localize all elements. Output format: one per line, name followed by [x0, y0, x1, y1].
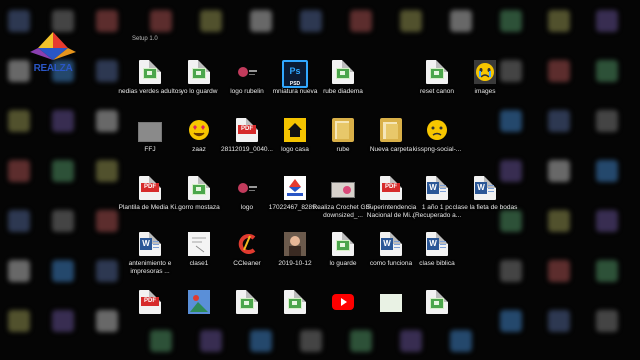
realza-image-icon: [284, 176, 306, 200]
icon-label: kisspng-social-...: [412, 146, 462, 153]
photo-thumbnail-icon: [284, 232, 306, 256]
realza-logo-text: REALZA: [33, 63, 73, 74]
word-file-icon: W: [426, 232, 448, 256]
photoshop-file-icon: Ps PSD: [282, 60, 308, 88]
heart-eyes-emoji-icon: [188, 118, 210, 142]
partial-label: Setup 1.0: [132, 36, 158, 42]
blurred-background-icon: [8, 260, 30, 282]
pdf-file-icon: PDF: [380, 176, 402, 200]
blurred-background-icon: [500, 260, 522, 282]
realza-logo: REALZA: [22, 30, 84, 82]
blurred-background-icon: [596, 60, 618, 82]
pdf-file-icon: PDF: [139, 176, 161, 200]
app-file-icon: [236, 290, 258, 314]
folder-icon: [332, 118, 354, 142]
blurred-background-icon: [548, 310, 570, 332]
word-file-icon: W: [380, 232, 402, 256]
icon-label: clase la fieta de bodas: [452, 204, 518, 211]
blurred-background-icon: [8, 10, 30, 32]
blurred-background-icon: [52, 110, 74, 132]
blurred-background-icon: [8, 310, 30, 332]
folder-icon: [380, 118, 402, 142]
blurred-background-icon: [450, 10, 472, 32]
blurred-background-icon: [200, 10, 222, 32]
blurred-background-icon: [52, 10, 74, 32]
app-file-icon: [426, 290, 448, 314]
app-file-icon: [426, 60, 448, 84]
blurred-background-icon: [96, 310, 118, 332]
image-thumbnail-icon: [331, 182, 355, 198]
blurred-background-icon: [548, 60, 570, 82]
blurred-background-icon: [548, 10, 570, 32]
word-file-icon: W: [139, 232, 161, 256]
icon-label: clase biblica: [419, 260, 455, 267]
app-file-icon: [188, 176, 210, 200]
blurred-background-icon: [548, 260, 570, 282]
blurred-background-icon: [8, 110, 30, 132]
blurred-background-icon: [96, 260, 118, 282]
blurred-background-icon: [300, 10, 322, 32]
blurred-background-icon: [96, 10, 118, 32]
app-file-icon: [332, 232, 354, 256]
logo-image-icon: [236, 176, 258, 200]
blurred-background-icon: [596, 210, 618, 232]
icon-label: images: [474, 88, 496, 95]
blurred-background-icon: [96, 110, 118, 132]
word-file-icon: W: [474, 176, 496, 200]
image-thumbnail-icon: [138, 122, 162, 142]
blurred-background-icon: [596, 310, 618, 332]
drawing-file-icon: [188, 232, 210, 256]
blurred-background-icon: [96, 60, 118, 82]
pdf-file-icon: PDF: [139, 290, 161, 314]
image-file-icon: [188, 290, 210, 314]
blurred-background-icon: [548, 210, 570, 232]
blurred-background-icon: [596, 110, 618, 132]
app-file-icon: [139, 60, 161, 84]
blurred-background-icon: [52, 260, 74, 282]
blurred-background-icon: [596, 160, 618, 182]
blurred-background-icon: [250, 10, 272, 32]
blurred-background-icon: [548, 160, 570, 182]
pdf-file-icon: PDF: [236, 118, 258, 142]
blurred-background-icon: [500, 10, 522, 32]
blurred-background-icon: [96, 210, 118, 232]
blurred-background-icon: [548, 110, 570, 132]
sad-emoji-icon: [426, 118, 448, 142]
blurred-background-icon: [52, 210, 74, 232]
blurred-background-icon: [596, 260, 618, 282]
blurred-background-icon: [8, 210, 30, 232]
word-file-icon: W: [426, 176, 448, 200]
crying-emoji-icon: [474, 60, 496, 84]
image-file-icon: [380, 294, 402, 312]
blurred-background-icon: [96, 160, 118, 182]
blurred-background-icon: [350, 10, 372, 32]
logo-casa-icon: [284, 118, 306, 142]
blurred-background-icon: [500, 310, 522, 332]
icon-label: rube diadema: [323, 88, 363, 95]
blurred-background-icon: [8, 160, 30, 182]
desktop: REALZA Setup 1.0 nedias verdes adultos y…: [0, 0, 640, 360]
app-file-icon: [188, 60, 210, 84]
ccleaner-icon: [236, 232, 258, 256]
desktop-icon-row5-app-3[interactable]: [407, 290, 467, 358]
blurred-background-icon: [52, 310, 74, 332]
logo-image-icon: [236, 60, 258, 84]
blurred-background-icon: [52, 160, 74, 182]
app-file-icon: [284, 290, 306, 314]
blurred-background-icon: [400, 10, 422, 32]
youtube-icon: [332, 294, 354, 310]
blurred-background-icon: [596, 10, 618, 32]
app-file-icon: [332, 60, 354, 84]
blurred-background-icon: [150, 10, 172, 32]
